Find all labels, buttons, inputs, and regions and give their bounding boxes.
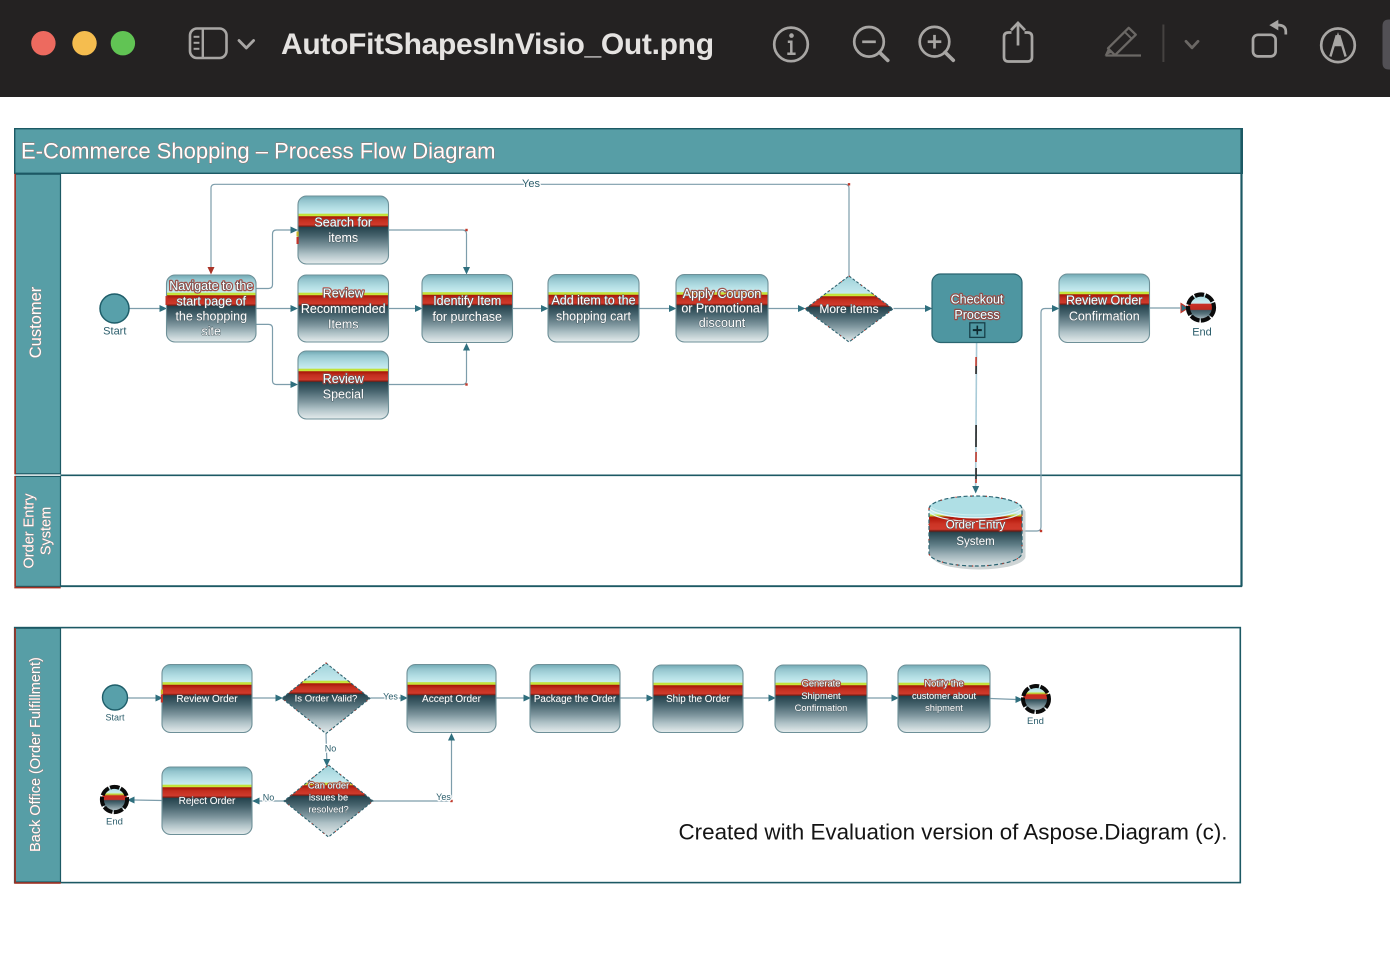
- svg-text:Accept Order: Accept Order: [422, 694, 482, 705]
- svg-text:Customer: Customer: [27, 286, 45, 358]
- svg-text:Back Office (Order Fulfillment: Back Office (Order Fulfillment): [28, 657, 44, 852]
- svg-text:shipment: shipment: [925, 703, 963, 713]
- svg-text:Review: Review: [323, 287, 365, 301]
- svg-text:End: End: [106, 816, 123, 827]
- svg-text:Checkout: Checkout: [951, 292, 1004, 306]
- svg-text:Start: Start: [103, 325, 126, 337]
- svg-text:Review Order: Review Order: [176, 694, 238, 705]
- svg-text:the shopping: the shopping: [175, 310, 247, 324]
- svg-text:Notify the: Notify the: [924, 679, 963, 689]
- svg-text:Created with Evaluation versio: Created with Evaluation version of Aspos…: [679, 820, 1228, 845]
- svg-text:Yes: Yes: [383, 692, 398, 702]
- svg-text:Special: Special: [323, 388, 364, 402]
- svg-text:customer about: customer about: [912, 691, 976, 701]
- svg-text:Review Order: Review Order: [1066, 294, 1142, 308]
- svg-text:Is Order Valid?: Is Order Valid?: [295, 694, 358, 705]
- svg-text:start page of: start page of: [177, 294, 247, 308]
- svg-text:for purchase: for purchase: [433, 310, 503, 324]
- svg-text:shopping cart: shopping cart: [556, 310, 632, 324]
- svg-text:Recommended: Recommended: [301, 302, 386, 316]
- svg-text:Apply Coupon: Apply Coupon: [683, 287, 762, 301]
- svg-text:Order Entry: Order Entry: [946, 520, 1006, 532]
- svg-text:Reject Order: Reject Order: [179, 796, 236, 807]
- svg-text:Shipment: Shipment: [801, 691, 841, 701]
- svg-text:No: No: [263, 793, 275, 803]
- svg-text:items: items: [328, 231, 358, 245]
- svg-text:Search for: Search for: [314, 216, 372, 230]
- svg-text:End: End: [1192, 326, 1212, 338]
- svg-text:Add item to the: Add item to the: [551, 294, 635, 308]
- svg-text:End: End: [1027, 716, 1044, 727]
- svg-text:Process: Process: [954, 308, 999, 322]
- svg-text:No: No: [325, 744, 337, 754]
- svg-text:Can order: Can order: [308, 780, 349, 790]
- svg-text:site: site: [202, 325, 222, 339]
- svg-text:Confirmation: Confirmation: [795, 703, 848, 713]
- svg-text:Review: Review: [323, 372, 365, 386]
- svg-text:Start: Start: [105, 713, 125, 723]
- svg-text:Yes: Yes: [436, 792, 451, 802]
- svg-text:Yes: Yes: [522, 178, 540, 190]
- svg-text:discount: discount: [699, 316, 746, 330]
- svg-text:AutoFitShapesInVisio_Out.png: AutoFitShapesInVisio_Out.png: [281, 28, 714, 61]
- svg-text:or Promotional: or Promotional: [681, 302, 762, 316]
- svg-text:Identify Item: Identify Item: [433, 294, 501, 308]
- svg-text:issues be: issues be: [309, 792, 348, 802]
- svg-text:Generate: Generate: [802, 679, 841, 689]
- svg-text:Ship the Order: Ship the Order: [666, 694, 730, 705]
- svg-text:resolved?: resolved?: [308, 804, 348, 814]
- svg-text:Confirmation: Confirmation: [1069, 310, 1140, 324]
- svg-text:Navigate to the: Navigate to the: [169, 279, 253, 293]
- svg-text:More items: More items: [819, 302, 878, 316]
- svg-text:Items: Items: [328, 317, 359, 331]
- svg-text:Order Entry: Order Entry: [22, 493, 38, 569]
- svg-text:System: System: [39, 507, 55, 555]
- svg-text:System: System: [956, 536, 994, 548]
- svg-text:Package the Order: Package the Order: [534, 694, 617, 705]
- svg-text:E-Commerce Shopping – Process: E-Commerce Shopping – Process Flow Diagr…: [21, 139, 495, 164]
